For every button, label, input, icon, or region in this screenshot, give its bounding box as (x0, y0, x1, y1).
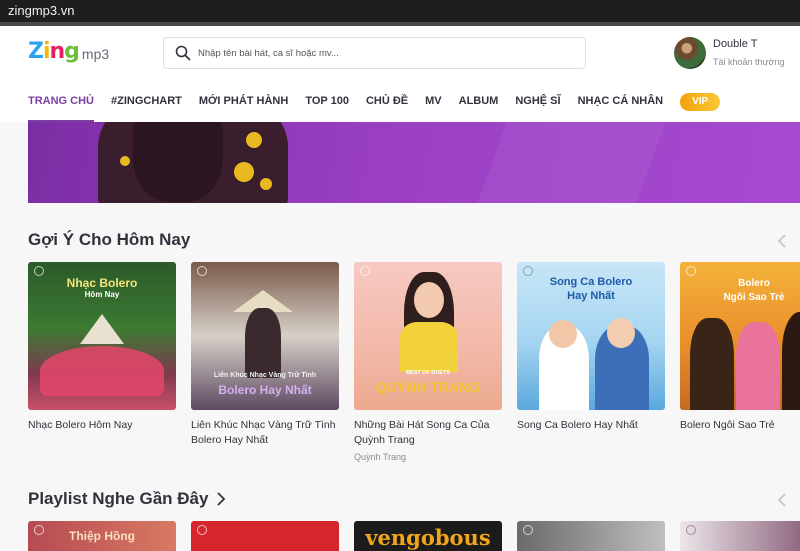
chevron-left-icon[interactable] (776, 493, 788, 507)
search-icon[interactable] (168, 45, 198, 61)
artist-dress-shape (400, 322, 458, 372)
child-singer-shape (690, 318, 734, 410)
nav-item-nghe-si[interactable]: Nghệ sĩ (515, 89, 560, 122)
playlist-card[interactable]: Bolero Ngôi Sao Trẻ Bolero Ngôi Sao Trẻ (680, 262, 800, 462)
chevron-right-icon[interactable] (216, 492, 226, 506)
browser-url-bar[interactable]: zingmp3.vn (0, 0, 800, 22)
playlist-cover[interactable]: Song Ca Bolero Hay Nhất (517, 262, 665, 410)
playlist-title[interactable]: Những Bài Hát Song Ca Của Quỳnh Trang (354, 418, 502, 448)
user-info: Double T Tài khoản thường (713, 37, 784, 69)
recent-playlist-cover[interactable] (517, 521, 665, 551)
artist-face-shape (414, 282, 444, 318)
hero-banner[interactable] (28, 122, 800, 203)
avatar[interactable] (674, 37, 706, 69)
nav-item-nhac-ca-nhan[interactable]: Nhạc cá nhân (578, 89, 664, 122)
playlist-cover[interactable]: Nhạc Bolero Hôm Nay (28, 262, 176, 410)
child-singer-shape (736, 322, 780, 410)
playlist-card[interactable]: Nhạc Bolero Hôm Nay Nhạc Bolero Hôm Nay (28, 262, 176, 462)
zing-badge-icon (686, 525, 696, 535)
banner-flower (234, 162, 254, 182)
section-title-suggest: Gợi Ý Cho Hôm Nay (28, 230, 191, 249)
playlist-title[interactable]: Liên Khúc Nhạc Vàng Trữ Tình Bolero Hay … (191, 418, 339, 448)
figure-shape (245, 308, 281, 378)
banner-decoration (348, 122, 800, 203)
zing-badge-icon (197, 525, 207, 535)
playlist-card[interactable]: BEST OF DUETS QUỲNH TRANG Những Bài Hát … (354, 262, 502, 462)
zing-badge-icon (686, 266, 696, 276)
section-title-recent[interactable]: Playlist Nghe Gần Đây (28, 489, 226, 509)
zing-badge-icon (34, 266, 44, 276)
cover-line-1: Liên Khúc Nhạc Vàng Trữ Tình (213, 372, 317, 379)
url-text: zingmp3.vn (8, 3, 75, 18)
vip-button[interactable]: VIP (680, 92, 721, 111)
recent-playlist-cover[interactable] (191, 521, 339, 551)
recent-playlist-cover[interactable] (680, 521, 800, 551)
playlist-card[interactable]: Liên Khúc Nhạc Vàng Trữ Tình Bolero Hay … (191, 262, 339, 462)
nav-item-album[interactable]: Album (459, 89, 499, 122)
recent-title-text: Playlist Nghe Gần Đây (28, 489, 209, 508)
site-header: Zing mp3 Double T Tài khoản thường Trang… (0, 26, 800, 122)
nav-item-mv[interactable]: MV (425, 89, 442, 122)
nav-item-top-100[interactable]: Top 100 (305, 89, 349, 122)
zing-mp3-logo[interactable]: Zing mp3 (28, 40, 109, 64)
cover-line-2: Hôm Nay (84, 290, 120, 299)
playlist-card[interactable]: Song Ca Bolero Hay Nhất Song Ca Bolero H… (517, 262, 665, 462)
banner-flower (260, 178, 272, 190)
cover-line-2: Ngôi Sao Trẻ (723, 292, 785, 303)
cover-line-2: Bolero Hay Nhất (218, 383, 312, 397)
playlist-cover[interactable]: Liên Khúc Nhạc Vàng Trữ Tình Bolero Hay … (191, 262, 339, 410)
recent-cover-text: Thiệp Hồng (69, 529, 135, 543)
user-name: Double T (713, 38, 758, 50)
chevron-left-icon[interactable] (776, 234, 788, 248)
conical-hat-shape (80, 314, 124, 344)
logo-letter-z: Z (28, 39, 44, 64)
cover-line-2: Hay Nhất (567, 290, 615, 302)
nav-item-trang-chu[interactable]: Trang chủ (28, 89, 94, 122)
banner-flower (246, 132, 262, 148)
logo-letter-n: n (49, 39, 66, 64)
cover-line-1: BEST OF DUETS (405, 370, 450, 376)
playlist-title[interactable]: Bolero Ngôi Sao Trẻ (680, 418, 800, 433)
flower-bed-shape (40, 346, 164, 396)
logo-letter-g: g (64, 39, 80, 64)
playlist-title[interactable]: Nhạc Bolero Hôm Nay (28, 418, 176, 433)
recent-playlist-cover[interactable]: Thiệp Hồng (28, 521, 176, 551)
recent-playlist-cover[interactable]: vengobous (354, 521, 502, 551)
cover-line-1: Bolero (738, 278, 770, 289)
playlist-title[interactable]: Song Ca Bolero Hay Nhất (517, 418, 665, 433)
zing-badge-icon (523, 525, 533, 535)
nav-item-zingchart[interactable]: #zingchart (111, 89, 182, 122)
zing-badge-icon (360, 266, 370, 276)
logo-wordmark: Zing (28, 39, 80, 64)
cover-line-2: QUỲNH TRANG (375, 379, 481, 395)
main-nav: Trang chủ #zingchart Mới phát hành Top 1… (28, 89, 721, 122)
user-account-type: Tài khoản thường (713, 57, 785, 67)
playlist-cover[interactable]: Bolero Ngôi Sao Trẻ (680, 262, 800, 410)
banner-artist-hair (133, 122, 223, 202)
nav-item-chu-de[interactable]: Chủ đề (366, 89, 408, 122)
cover-line-1: Song Ca Bolero (549, 276, 633, 288)
singer-female-face (607, 318, 635, 348)
suggest-carousel: Nhạc Bolero Hôm Nay Nhạc Bolero Hôm Nay … (28, 262, 800, 462)
search-box[interactable] (163, 37, 586, 69)
recent-carousel: Thiệp Hồng vengobous (28, 521, 800, 551)
search-input[interactable] (198, 47, 558, 59)
nav-item-moi-phat-hanh[interactable]: Mới phát hành (199, 89, 288, 122)
recent-cover-text: vengobous (365, 525, 491, 550)
zing-badge-icon (197, 266, 207, 276)
logo-suffix: mp3 (81, 46, 110, 62)
child-singer-shape (782, 312, 800, 410)
singer-male-face (549, 320, 577, 348)
banner-flower (120, 156, 130, 166)
playlist-cover[interactable]: BEST OF DUETS QUỲNH TRANG (354, 262, 502, 410)
zing-badge-icon (523, 266, 533, 276)
cover-line-1: Nhạc Bolero (66, 276, 138, 290)
playlist-artist[interactable]: Quỳnh Trang (354, 452, 502, 462)
user-account[interactable]: Double T Tài khoản thường (674, 37, 784, 69)
